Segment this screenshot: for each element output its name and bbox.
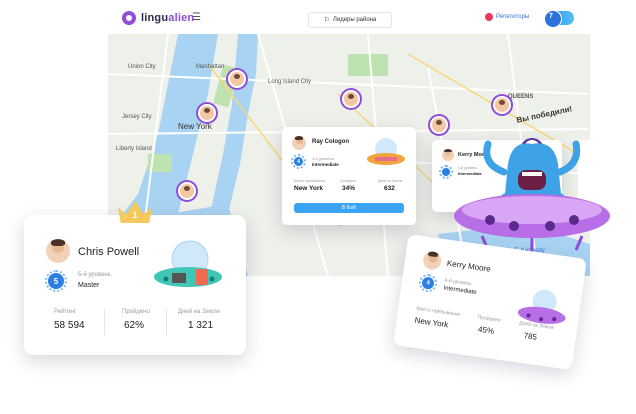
level-number: 4: [297, 158, 300, 165]
rank-number: 1: [132, 210, 138, 220]
map-user-pin[interactable]: [198, 104, 216, 122]
stat-value: 62%: [124, 320, 145, 331]
trophy-icon: ⚐: [323, 17, 330, 24]
logo-prefix: lingu: [141, 12, 169, 24]
logo-suffix: alien: [168, 12, 195, 24]
map-user-pin[interactable]: [178, 182, 196, 200]
player-name: Chris Powell: [78, 246, 140, 258]
alien-mascot-illustration: [454, 138, 610, 254]
leaders-label: Лидеры района: [332, 17, 377, 23]
map-label-manhattan: Manhattan: [196, 64, 225, 70]
level-title: Intermediate: [312, 162, 339, 167]
map-user-pin[interactable]: [228, 70, 246, 88]
tutors-link[interactable]: Репетиторы: [485, 13, 529, 21]
stat-label: Дней на Земле: [378, 179, 403, 183]
stat-value: 1 321: [188, 320, 214, 331]
stat-divider: [104, 309, 105, 335]
level-label: 4-й уровень: [312, 156, 334, 161]
stat-value: 632: [384, 185, 395, 192]
map-label-jersey-city: Jersey City: [122, 114, 152, 120]
player-card-kerry[interactable]: Kerry Moore 4 4-й уровень Intermediate М…: [393, 234, 587, 370]
logo-text: lingualien: [141, 12, 194, 24]
stat-value: New York: [294, 185, 324, 192]
map-user-pin[interactable]: [430, 116, 448, 134]
avatar: [292, 136, 306, 150]
map-label-queens: QUEENS: [508, 94, 534, 100]
level-title: Intermediate: [443, 285, 477, 297]
avatar: [46, 239, 70, 263]
user-level-badge: 7: [549, 13, 553, 20]
spaceship-illustration: [367, 138, 405, 165]
avatar: [422, 250, 443, 271]
stat-value: 45%: [477, 324, 495, 336]
level-badge-icon: 4: [291, 154, 306, 169]
player-card-ray[interactable]: Ray Cologon 4 4-й уровень Intermediate М…: [282, 127, 416, 225]
stat-value: New York: [414, 315, 449, 330]
level-number: 5: [53, 276, 59, 286]
alien-logo-icon: [122, 11, 136, 25]
tutors-label: Репетиторы: [496, 14, 530, 20]
map-user-pin[interactable]: [493, 96, 511, 114]
level-number: 4: [425, 279, 431, 287]
stat-label: Рейтинг: [54, 309, 77, 315]
user-menu[interactable]: 7: [544, 10, 574, 28]
stat-label: Пройдено: [340, 179, 357, 183]
level-badge-icon: [439, 165, 453, 179]
level-title: Master: [78, 282, 100, 289]
player-name: Kerry Moore: [446, 258, 492, 274]
map-label-union-city: Union City: [128, 64, 156, 70]
leaders-button[interactable]: ⚐ Лидеры района: [308, 12, 392, 28]
map-label-long-island-city: Long Island City: [268, 79, 312, 85]
stat-label: Дней на Земле: [178, 309, 220, 315]
player-card-chris[interactable]: 1 Chris Powell 5 5-й уровень Master Рейт…: [24, 201, 246, 355]
stat-label: Пройдено: [477, 314, 502, 324]
logo[interactable]: lingualien: [122, 11, 194, 25]
fight-button-label: В бой!: [341, 205, 357, 211]
map-label-new-york: New York: [178, 122, 212, 131]
stat-divider: [166, 309, 167, 335]
player-name: Ray Cologon: [312, 139, 349, 145]
menu-icon[interactable]: ☰: [192, 12, 201, 23]
spaceship-illustration: [154, 240, 222, 287]
level-badge-icon: 5: [45, 270, 67, 292]
stat-value: 785: [523, 331, 538, 342]
stat-value: 58 594: [54, 320, 85, 331]
map-label-liberty-island: Liberty Island: [116, 146, 152, 152]
stat-value: 34%: [342, 185, 356, 192]
fight-button[interactable]: В бой!: [294, 203, 404, 213]
level-label: 5-й уровень: [78, 272, 111, 278]
stat-label: Пройдено: [122, 309, 150, 315]
level-badge-icon: 4: [421, 276, 435, 290]
map-user-pin[interactable]: [342, 90, 360, 108]
tutors-icon: [485, 13, 493, 21]
stat-label: Место пребывания: [294, 179, 325, 183]
top-bar: lingualien ☰ ⚐ Лидеры района Репетиторы …: [108, 0, 590, 34]
